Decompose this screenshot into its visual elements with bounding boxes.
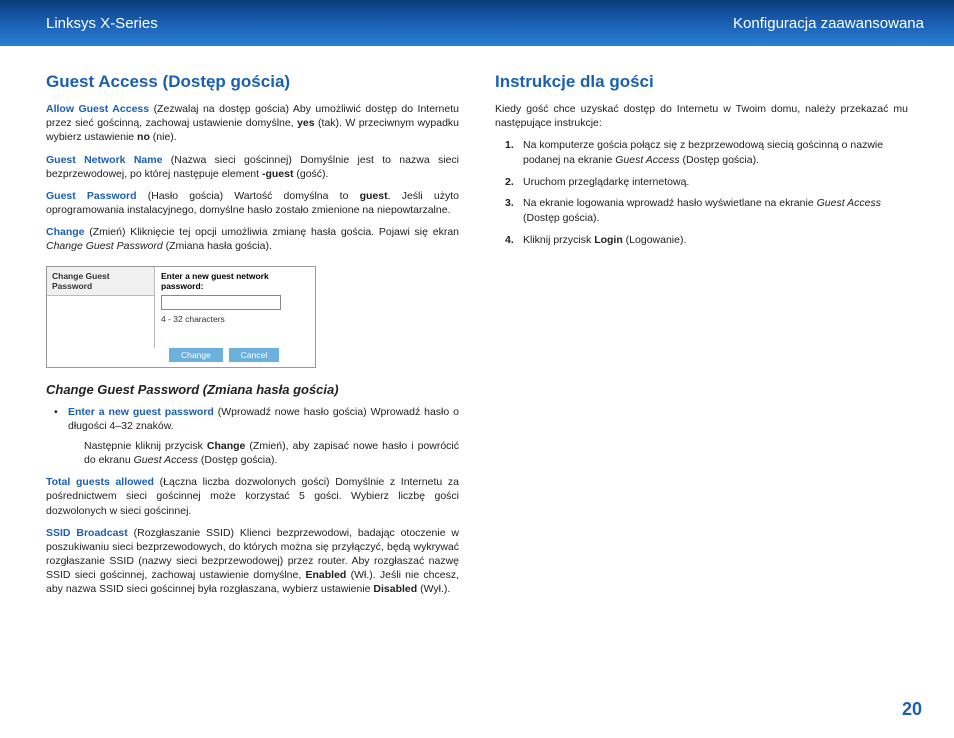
term-ssid-broadcast: SSID Broadcast: [46, 527, 128, 539]
instruction-step-2: Uruchom przeglądarkę internetową.: [523, 175, 908, 190]
left-column: Guest Access (Dostęp gościa) Allow Guest…: [46, 72, 459, 605]
bullet-list-change: Enter a new guest password (Wprowadź now…: [46, 405, 459, 433]
instruction-step-1: Na komputerze gościa połącz się z bezprz…: [523, 138, 908, 167]
term-total-guests: Total guests allowed: [46, 476, 154, 488]
right-column: Instrukcje dla gości Kiedy gość chce uzy…: [495, 72, 908, 605]
term-network-name: Guest Network Name: [46, 154, 162, 166]
instruction-step-4: Kliknij przycisk Login (Logowanie).: [523, 233, 908, 248]
heading-change-password: Change Guest Password (Zmiana hasła gośc…: [46, 382, 459, 397]
heading-guest-access: Guest Access (Dostęp gościa): [46, 72, 459, 92]
page-body: Guest Access (Dostęp gościa) Allow Guest…: [0, 46, 954, 605]
para-total-guests: Total guests allowed (Łączna liczba dozw…: [46, 475, 459, 518]
header-left: Linksys X-Series: [46, 15, 158, 32]
term-allow-guest: Allow Guest Access: [46, 103, 149, 115]
instructions-list: Na komputerze gościa połącz się z bezprz…: [495, 138, 908, 247]
para-network-name: Guest Network Name (Nazwa sieci gościnne…: [46, 153, 459, 181]
para-allow-guest: Allow Guest Access (Zezwalaj na dostęp g…: [46, 102, 459, 145]
heading-instructions: Instrukcje dla gości: [495, 72, 908, 92]
dialog-password-input[interactable]: [161, 295, 281, 310]
para-ssid-broadcast: SSID Broadcast (Rozgłaszanie SSID) Klien…: [46, 526, 459, 597]
page-header: Linksys X-Series Konfiguracja zaawansowa…: [0, 0, 954, 46]
instruction-step-3: Na ekranie logowania wprowadź hasło wyśw…: [523, 196, 908, 225]
bullet-enter-password: Enter a new guest password (Wprowadź now…: [68, 405, 459, 433]
sub-para-change: Następnie kliknij przycisk Change (Zmień…: [46, 439, 459, 467]
dialog-field-label: Enter a new guest network password:: [161, 271, 309, 291]
page-number: 20: [902, 699, 922, 720]
dialog-title: Change Guest Password: [47, 267, 154, 296]
dialog-cancel-button[interactable]: Cancel: [229, 348, 279, 362]
term-guest-password: Guest Password: [46, 190, 137, 202]
dialog-hint: 4 - 32 characters: [161, 314, 309, 324]
dialog-change-button[interactable]: Change: [169, 348, 223, 362]
change-password-dialog: Change Guest Password Enter a new guest …: [46, 266, 316, 368]
para-guest-password: Guest Password (Hasło gościa) Wartość do…: [46, 189, 459, 217]
para-change: Change (Zmień) Kliknięcie tej opcji umoż…: [46, 225, 459, 253]
header-right: Konfiguracja zaawansowana: [733, 15, 924, 32]
para-instructions-intro: Kiedy gość chce uzyskać dostęp do Intern…: [495, 102, 908, 130]
term-change: Change: [46, 226, 85, 238]
